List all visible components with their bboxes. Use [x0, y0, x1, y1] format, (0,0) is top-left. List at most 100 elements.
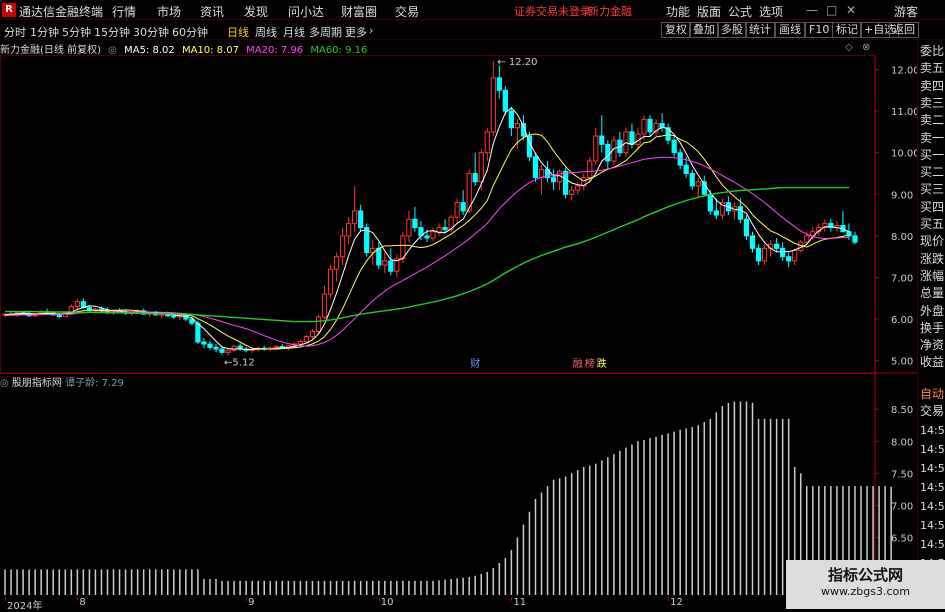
diamond-icon[interactable]: ◇ — [845, 42, 853, 53]
candle[interactable] — [346, 217, 352, 245]
candle[interactable] — [358, 204, 364, 232]
candle[interactable] — [364, 223, 370, 257]
candle[interactable] — [321, 285, 328, 320]
sub-legend-circle-icon[interactable]: ◎ — [0, 378, 9, 389]
candle[interactable] — [689, 169, 695, 191]
tool-button-0[interactable]: 复权 — [661, 22, 691, 38]
candle[interactable] — [786, 252, 792, 268]
candle[interactable] — [538, 165, 545, 195]
candle[interactable] — [394, 254, 400, 278]
period-tab-7[interactable]: 周线 — [255, 24, 277, 40]
candle[interactable] — [412, 206, 418, 232]
candle[interactable] — [406, 210, 412, 243]
guest-button[interactable]: 游客 — [894, 3, 918, 20]
event-marker[interactable]: 财 — [470, 357, 480, 370]
candle[interactable] — [731, 202, 738, 220]
candle[interactable] — [852, 231, 858, 245]
period-tab-4[interactable]: 30分钟 — [133, 24, 169, 40]
window-close-icon[interactable]: ✕ — [846, 3, 856, 17]
candle[interactable] — [472, 152, 478, 186]
top-menu-3[interactable]: 选项 — [759, 3, 783, 20]
period-tab-1[interactable]: 1分钟 — [30, 24, 59, 40]
candle[interactable] — [231, 344, 237, 352]
candle[interactable] — [502, 86, 508, 116]
candle[interactable] — [333, 252, 340, 282]
candle[interactable] — [653, 119, 659, 137]
candle[interactable] — [309, 329, 316, 340]
candle[interactable] — [352, 185, 358, 232]
candle[interactable] — [755, 244, 762, 265]
candle[interactable] — [454, 198, 460, 224]
candle[interactable] — [563, 167, 569, 199]
tool-button-8[interactable]: 返回 — [889, 22, 919, 38]
candle[interactable] — [376, 242, 382, 270]
candle[interactable] — [436, 223, 442, 236]
menu-item-3[interactable]: 发现 — [244, 3, 268, 20]
period-tab-9[interactable]: 多周期 — [309, 24, 342, 40]
more-chevron-icon[interactable]: › — [369, 24, 373, 37]
kline-chart[interactable]: 12.00 11.00 10.00 9.00 8.00 7.00 6.00 5.00 8.50 8… — [0, 55, 917, 597]
candle[interactable] — [201, 337, 207, 349]
event-marker[interactable]: 跌 — [597, 357, 607, 370]
candle[interactable] — [261, 345, 267, 351]
login-status[interactable]: 证券交易未登录 — [514, 3, 591, 19]
period-tab-0[interactable]: 分时 — [4, 24, 26, 40]
candle[interactable] — [695, 177, 701, 199]
candle[interactable] — [460, 190, 466, 216]
candle[interactable] — [569, 185, 575, 201]
candle[interactable] — [484, 127, 490, 161]
candle[interactable] — [822, 219, 828, 232]
candle[interactable] — [496, 65, 502, 99]
candle[interactable] — [599, 115, 605, 153]
candle[interactable] — [556, 169, 563, 191]
period-tab-10[interactable]: 更多 — [345, 24, 367, 40]
period-tab-2[interactable]: 5分钟 — [62, 24, 91, 40]
candle[interactable] — [550, 169, 557, 191]
period-tab-8[interactable]: 月线 — [283, 24, 305, 40]
window-restore-icon[interactable]: □ — [826, 3, 837, 17]
candle[interactable] — [635, 127, 641, 149]
tool-button-5[interactable]: F10 — [805, 22, 834, 38]
candle[interactable] — [581, 173, 587, 191]
candle[interactable] — [62, 312, 68, 318]
candle[interactable] — [225, 349, 231, 356]
candle[interactable] — [532, 152, 539, 182]
menu-item-1[interactable]: 市场 — [157, 3, 181, 20]
candle[interactable] — [593, 127, 599, 166]
side-mode-0[interactable]: 自动 — [920, 386, 945, 402]
candle[interactable] — [617, 131, 623, 157]
candle[interactable] — [213, 344, 219, 353]
candle[interactable] — [388, 248, 394, 276]
candle[interactable] — [828, 219, 834, 232]
menu-item-2[interactable]: 资讯 — [200, 3, 224, 20]
tool-button-4[interactable]: 画线 — [775, 22, 805, 38]
candle[interactable] — [575, 181, 581, 195]
candle[interactable] — [508, 106, 514, 137]
candle[interactable] — [749, 231, 756, 253]
candle[interactable] — [207, 340, 213, 351]
candle[interactable] — [719, 198, 725, 220]
candle[interactable] — [671, 136, 677, 157]
tool-button-6[interactable]: 标记 — [832, 22, 862, 38]
close-panel-icon[interactable]: ⊗ — [862, 42, 870, 53]
candle[interactable] — [382, 252, 388, 274]
top-menu-0[interactable]: 功能 — [666, 3, 690, 20]
event-marker[interactable]: 融 — [573, 358, 583, 370]
candle[interactable] — [659, 113, 665, 132]
period-tab-5[interactable]: 60分钟 — [172, 24, 208, 40]
side-mode-1[interactable]: 交易 — [920, 403, 945, 419]
product-name[interactable]: 新力金融 — [588, 3, 632, 19]
candle[interactable] — [490, 61, 496, 137]
menu-item-6[interactable]: 交易 — [395, 3, 419, 20]
candle[interactable] — [665, 123, 671, 145]
candle[interactable] — [834, 221, 840, 232]
candle[interactable] — [327, 265, 334, 299]
window-minimize-icon[interactable]: — — [806, 3, 818, 17]
tool-button-2[interactable]: 多股 — [717, 22, 747, 38]
candle[interactable] — [647, 115, 653, 137]
tool-button-3[interactable]: 统计 — [745, 22, 775, 38]
candle[interactable] — [761, 244, 768, 265]
menu-item-0[interactable]: 行情 — [112, 3, 136, 20]
menu-item-5[interactable]: 财富圈 — [341, 3, 377, 20]
candle[interactable] — [430, 227, 436, 241]
